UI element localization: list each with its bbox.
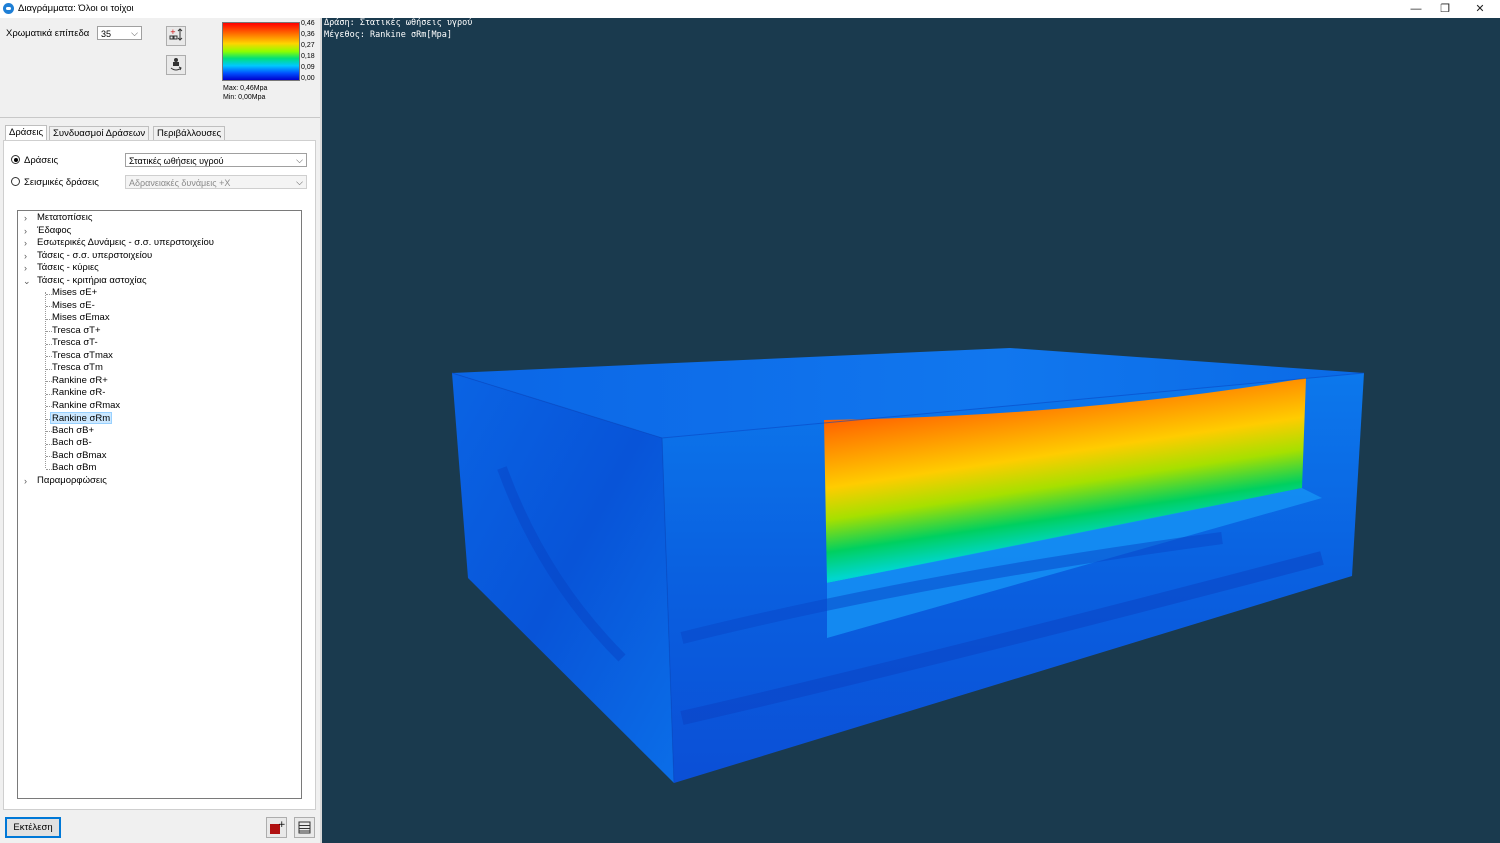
tab-actions[interactable]: Δράσεις — [5, 125, 48, 141]
tree-child-item[interactable]: Tresca σTmax — [52, 350, 113, 362]
svg-text:+: + — [278, 820, 286, 830]
list-button[interactable] — [294, 817, 315, 838]
chevron-down-icon: ⌵ — [296, 177, 303, 187]
left-wall — [452, 373, 674, 783]
tab-envelopes[interactable]: Περιβάλλουσες — [153, 126, 226, 140]
run-button[interactable]: Εκτέλεση — [5, 817, 61, 838]
restore-icon[interactable]: ❐ — [1428, 0, 1462, 18]
tree-child-item[interactable]: Rankine σR- — [52, 387, 105, 399]
actions-select[interactable]: Στατικές ωθήσεις υγρού ⌵ — [125, 153, 307, 167]
actions-select-value: Στατικές ωθήσεις υγρού — [129, 156, 224, 166]
chevron-down-icon: ⌵ — [296, 155, 303, 165]
color-levels-select[interactable]: 35 ⌵ — [97, 26, 142, 40]
tab-combinations[interactable]: Συνδυασμοί Δράσεων — [49, 126, 150, 140]
3d-viewport[interactable]: Δράση: Στατικές ωθήσεις υγρού Μέγεθος: R… — [322, 18, 1500, 843]
tree-child-item[interactable]: Bach σBmax — [52, 450, 106, 462]
seismic-select[interactable]: Αδρανειακές δυνάμεις +X ⌵ — [125, 175, 307, 189]
svg-text:+: + — [170, 28, 176, 36]
scale-arrows-icon: + — [169, 28, 183, 41]
seismic-radio-label: Σεισμικές δράσεις — [24, 177, 99, 188]
refresh-model-button[interactable] — [166, 55, 186, 75]
tree-child-item[interactable]: Bach σB- — [52, 437, 92, 449]
actions-radio[interactable] — [11, 155, 20, 164]
scale-tick: 0,27 — [301, 42, 315, 49]
tank-model — [451, 348, 1365, 784]
add-diagram-icon: + — [270, 820, 286, 834]
divider — [0, 117, 320, 118]
expand-icon[interactable]: › — [24, 213, 27, 223]
seismic-radio[interactable] — [11, 177, 20, 186]
expand-icon[interactable]: › — [24, 263, 27, 273]
tree-item[interactable]: Τάσεις - κύριες — [37, 262, 99, 274]
expand-icon[interactable]: › — [24, 476, 27, 486]
add-diagram-button[interactable]: + — [266, 817, 287, 838]
tree-child-item[interactable]: Bach σB+ — [52, 425, 94, 437]
tree-child-item[interactable]: Bach σBm — [52, 462, 96, 474]
scale-tick: 0,46 — [301, 20, 315, 27]
color-levels-label: Χρωματικά επίπεδα — [6, 28, 90, 39]
tree-child-item[interactable]: Rankine σR+ — [52, 375, 108, 387]
color-scale-bar — [222, 22, 300, 81]
scale-min: Min: 0,00Mpa — [223, 94, 266, 101]
tree-child-item[interactable]: Tresca σTm — [52, 362, 103, 374]
expand-icon[interactable]: › — [24, 226, 27, 236]
window-title: Διαγράμματα: Όλοι οι τοίχοι — [18, 3, 134, 14]
close-icon[interactable]: ✕ — [1463, 0, 1497, 18]
color-levels-value: 35 — [101, 29, 112, 39]
scale-tick: 0,09 — [301, 64, 315, 71]
tree-item[interactable]: Παραμορφώσεις — [37, 475, 107, 487]
chevron-down-icon: ⌵ — [131, 28, 138, 38]
tree-child-item[interactable]: Rankine σRmax — [52, 400, 120, 412]
list-icon — [298, 821, 311, 834]
tree-child-item[interactable]: Tresca σT- — [52, 337, 98, 349]
tree-child-item[interactable]: Tresca σT+ — [52, 325, 101, 337]
seismic-select-value: Αδρανειακές δυνάμεις +X — [129, 178, 231, 188]
scale-tick: 0,36 — [301, 31, 315, 38]
actions-radio-label: Δράσεις — [24, 155, 59, 166]
tree-item[interactable]: Τάσεις - σ.σ. υπερστοιχείου — [37, 250, 152, 262]
model-rotate-icon — [170, 58, 182, 71]
scale-max: Max: 0,46Mpa — [223, 85, 268, 92]
tree-item[interactable]: Τάσεις - κριτήρια αστοχίας — [37, 275, 147, 287]
tree-child-item[interactable]: Mises σEmax — [52, 312, 110, 324]
tree-item[interactable]: Μετατοπίσεις — [37, 212, 92, 224]
tree-item[interactable]: Έδαφος — [37, 225, 71, 237]
title-bar: Διαγράμματα: Όλοι οι τοίχοι — ❐ ✕ — [0, 0, 1500, 18]
app-icon — [3, 3, 14, 14]
scale-tick: 0,18 — [301, 53, 315, 60]
expand-icon[interactable]: › — [24, 238, 27, 248]
zoom-legend-button[interactable]: + — [166, 26, 186, 46]
tree-child-item[interactable]: Mises σE- — [52, 300, 95, 312]
tree-child-item-selected[interactable]: Rankine σRm — [50, 412, 113, 424]
scale-tick: 0,00 — [301, 75, 315, 82]
tree-item[interactable]: Εσωτερικές Δυνάμεις - σ.σ. υπερστοιχείου — [37, 237, 214, 249]
tree-child-item[interactable]: Mises σE+ — [52, 287, 97, 299]
expand-icon[interactable]: › — [24, 251, 27, 261]
collapse-icon[interactable]: ⌄ — [23, 276, 31, 287]
